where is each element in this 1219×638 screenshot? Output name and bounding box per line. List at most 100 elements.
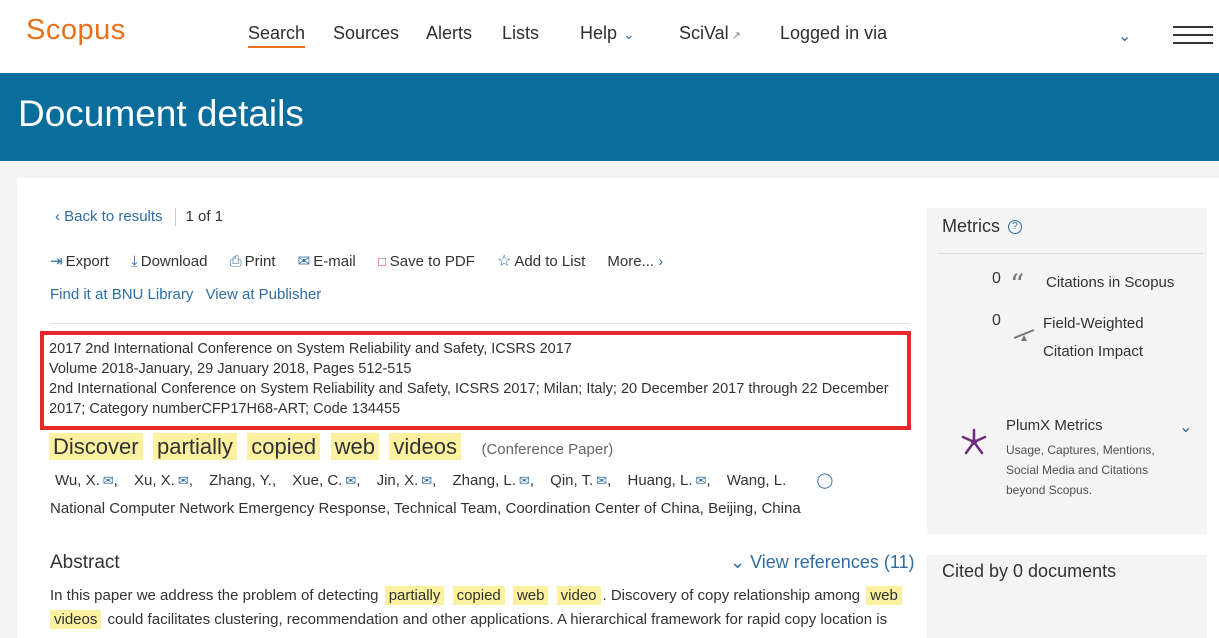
nav-sources[interactable]: Sources: [333, 23, 399, 44]
add-to-list-label: Add to List: [514, 253, 586, 270]
author-name: Xue, C.: [292, 472, 343, 489]
print-label: Print: [244, 253, 276, 270]
abstract-heading: Abstract: [50, 552, 120, 573]
highlighted-term: partially: [384, 586, 445, 605]
title-word: Discover: [49, 433, 143, 460]
highlighted-term: videos: [50, 610, 102, 629]
abstract-text: In this paper we address the problem of …: [50, 586, 904, 605]
scopus-logo[interactable]: Scopus: [26, 14, 126, 47]
fulltext-links: Find it at BNU Library View at Publisher: [50, 286, 329, 303]
download-label: Download: [140, 253, 208, 270]
author[interactable]: Xu, X. ✉,: [134, 472, 193, 489]
save-pdf-button[interactable]: □ Save to PDF: [378, 253, 475, 270]
mail-icon[interactable]: ✉: [519, 473, 530, 488]
affiliation: National Computer Network Emergency Resp…: [50, 500, 801, 517]
highlighted-term: video: [556, 586, 601, 605]
quote-icon: “: [1010, 268, 1025, 301]
conference-info: 2nd International Conference on System R…: [49, 381, 889, 397]
nav-search[interactable]: Search: [248, 23, 306, 48]
back-to-results-link[interactable]: ‹ Back to results: [55, 208, 163, 225]
mail-icon: ✉: [297, 253, 311, 270]
save-pdf-label: Save to PDF: [389, 253, 475, 270]
more-label: More...: [607, 253, 655, 270]
more-button[interactable]: More... ›: [607, 253, 666, 270]
page-title: Document details: [18, 93, 304, 134]
metrics-title-label: Metrics: [942, 216, 1000, 236]
highlighted-term: web: [866, 586, 902, 605]
nav-logged-in[interactable]: Logged in via: [780, 23, 887, 44]
fwci-count: 0: [992, 312, 1001, 329]
nav-lists[interactable]: Lists: [502, 23, 539, 44]
fwci-label: Field-Weighted: [1043, 315, 1144, 332]
plumx-description: Usage, Captures, Mentions,: [1006, 443, 1155, 457]
chevron-down-icon[interactable]: ⌄: [1179, 417, 1192, 437]
abstract-fragment: . Discovery of copy relationship among: [602, 587, 861, 604]
author-list: Wu, X. ✉, Xu, X. ✉, Zhang, Y., Xue, C. ✉, J…: [55, 471, 833, 489]
title-word: videos: [389, 433, 461, 460]
author[interactable]: Wang, L.: [727, 472, 786, 489]
mail-icon[interactable]: ✉: [696, 473, 707, 488]
author-name: Wang, L.: [726, 472, 787, 489]
source-volume: Volume 2018-January, 29 January 2018, Pa…: [49, 361, 412, 377]
result-pager: 1 of 1: [185, 208, 224, 225]
author-name: Wu, X.: [55, 472, 100, 489]
author[interactable]: Wu, X. ✉,: [55, 472, 118, 489]
highlighted-term: web: [512, 586, 549, 605]
author[interactable]: Zhang, Y.,: [209, 472, 276, 489]
fwci-icon: [1013, 329, 1035, 341]
export-label: Export: [65, 253, 109, 270]
nav-alerts[interactable]: Alerts: [426, 23, 472, 44]
email-button[interactable]: ✉ E-mail: [298, 252, 356, 270]
author-name: Zhang, Y.,: [209, 472, 277, 489]
chevron-right-icon: ›: [654, 253, 664, 270]
top-navigation: Scopus Search Sources Alerts Lists Help ⌄…: [0, 0, 1219, 73]
external-link-icon: ↗: [731, 30, 741, 42]
citations-count: 0: [992, 270, 1001, 287]
author-name: Huang, L.: [627, 472, 693, 489]
divider: [174, 208, 176, 227]
cited-by-heading: Cited by 0 documents: [942, 561, 1117, 581]
hamburger-menu-icon[interactable]: [1173, 26, 1213, 44]
author[interactable]: Zhang, L. ✉,: [453, 472, 534, 489]
mail-icon[interactable]: ✉: [178, 473, 189, 488]
mail-icon[interactable]: ✉: [345, 473, 356, 488]
find-at-library-link[interactable]: Find it at BNU Library: [50, 286, 193, 303]
mail-icon[interactable]: ✉: [421, 473, 432, 488]
view-references-link[interactable]: ⌄ View references (11): [730, 552, 915, 573]
highlighted-term: copied: [452, 586, 505, 605]
source-title[interactable]: 2017 2nd International Conference on Sys…: [49, 341, 572, 357]
author[interactable]: Xue, C. ✉,: [292, 472, 360, 489]
chevron-down-icon: ⌄: [623, 26, 635, 42]
author-name: Jin, X.: [376, 472, 419, 489]
export-icon: ⇥: [50, 253, 63, 270]
user-menu-chevron-icon[interactable]: ⌄: [1118, 26, 1131, 46]
chevron-down-icon: ⌄: [730, 552, 751, 572]
view-at-publisher-link[interactable]: View at Publisher: [206, 286, 322, 303]
conference-code: 2017; Category numberCFP17H68-ART; Code …: [49, 401, 401, 417]
back-row: ‹ Back to results 1 of 1: [55, 208, 224, 227]
document-toolbar: ⇥ Export ⤓ Download ⎙ Print ✉ E-mail □ Save t…: [50, 251, 684, 271]
nav-scival[interactable]: SciVal ↗: [679, 23, 741, 44]
author[interactable]: Jin, X. ✉,: [377, 472, 437, 489]
plumx-title[interactable]: PlumX Metrics: [1006, 417, 1103, 434]
export-button[interactable]: ⇥ Export: [50, 252, 109, 270]
citations-label[interactable]: Citations in Scopus: [1046, 274, 1174, 291]
print-button[interactable]: ⎙ Print: [230, 253, 276, 270]
help-icon[interactable]: ?: [1008, 220, 1022, 235]
mail-icon[interactable]: ✉: [596, 473, 607, 488]
download-button[interactable]: ⤓ Download: [131, 253, 207, 270]
author[interactable]: Qin, T. ✉,: [550, 472, 611, 489]
title-word: partially: [153, 433, 237, 460]
back-to-results-label: Back to results: [64, 208, 163, 225]
author[interactable]: Huang, L. ✉,: [627, 472, 710, 489]
plumx-icon: [961, 428, 987, 455]
plumx-description: beyond Scopus.: [1006, 483, 1093, 497]
person-icon[interactable]: ◯: [816, 472, 833, 489]
title-word: web: [330, 433, 379, 460]
star-icon: ☆: [497, 253, 512, 270]
nav-scival-label: SciVal: [679, 23, 729, 43]
nav-help[interactable]: Help ⌄: [580, 23, 635, 44]
mail-icon[interactable]: ✉: [103, 473, 114, 488]
add-to-list-button[interactable]: ☆ Add to List: [497, 251, 585, 271]
document-title: Discover partially copied web videos (Co…: [49, 433, 613, 460]
